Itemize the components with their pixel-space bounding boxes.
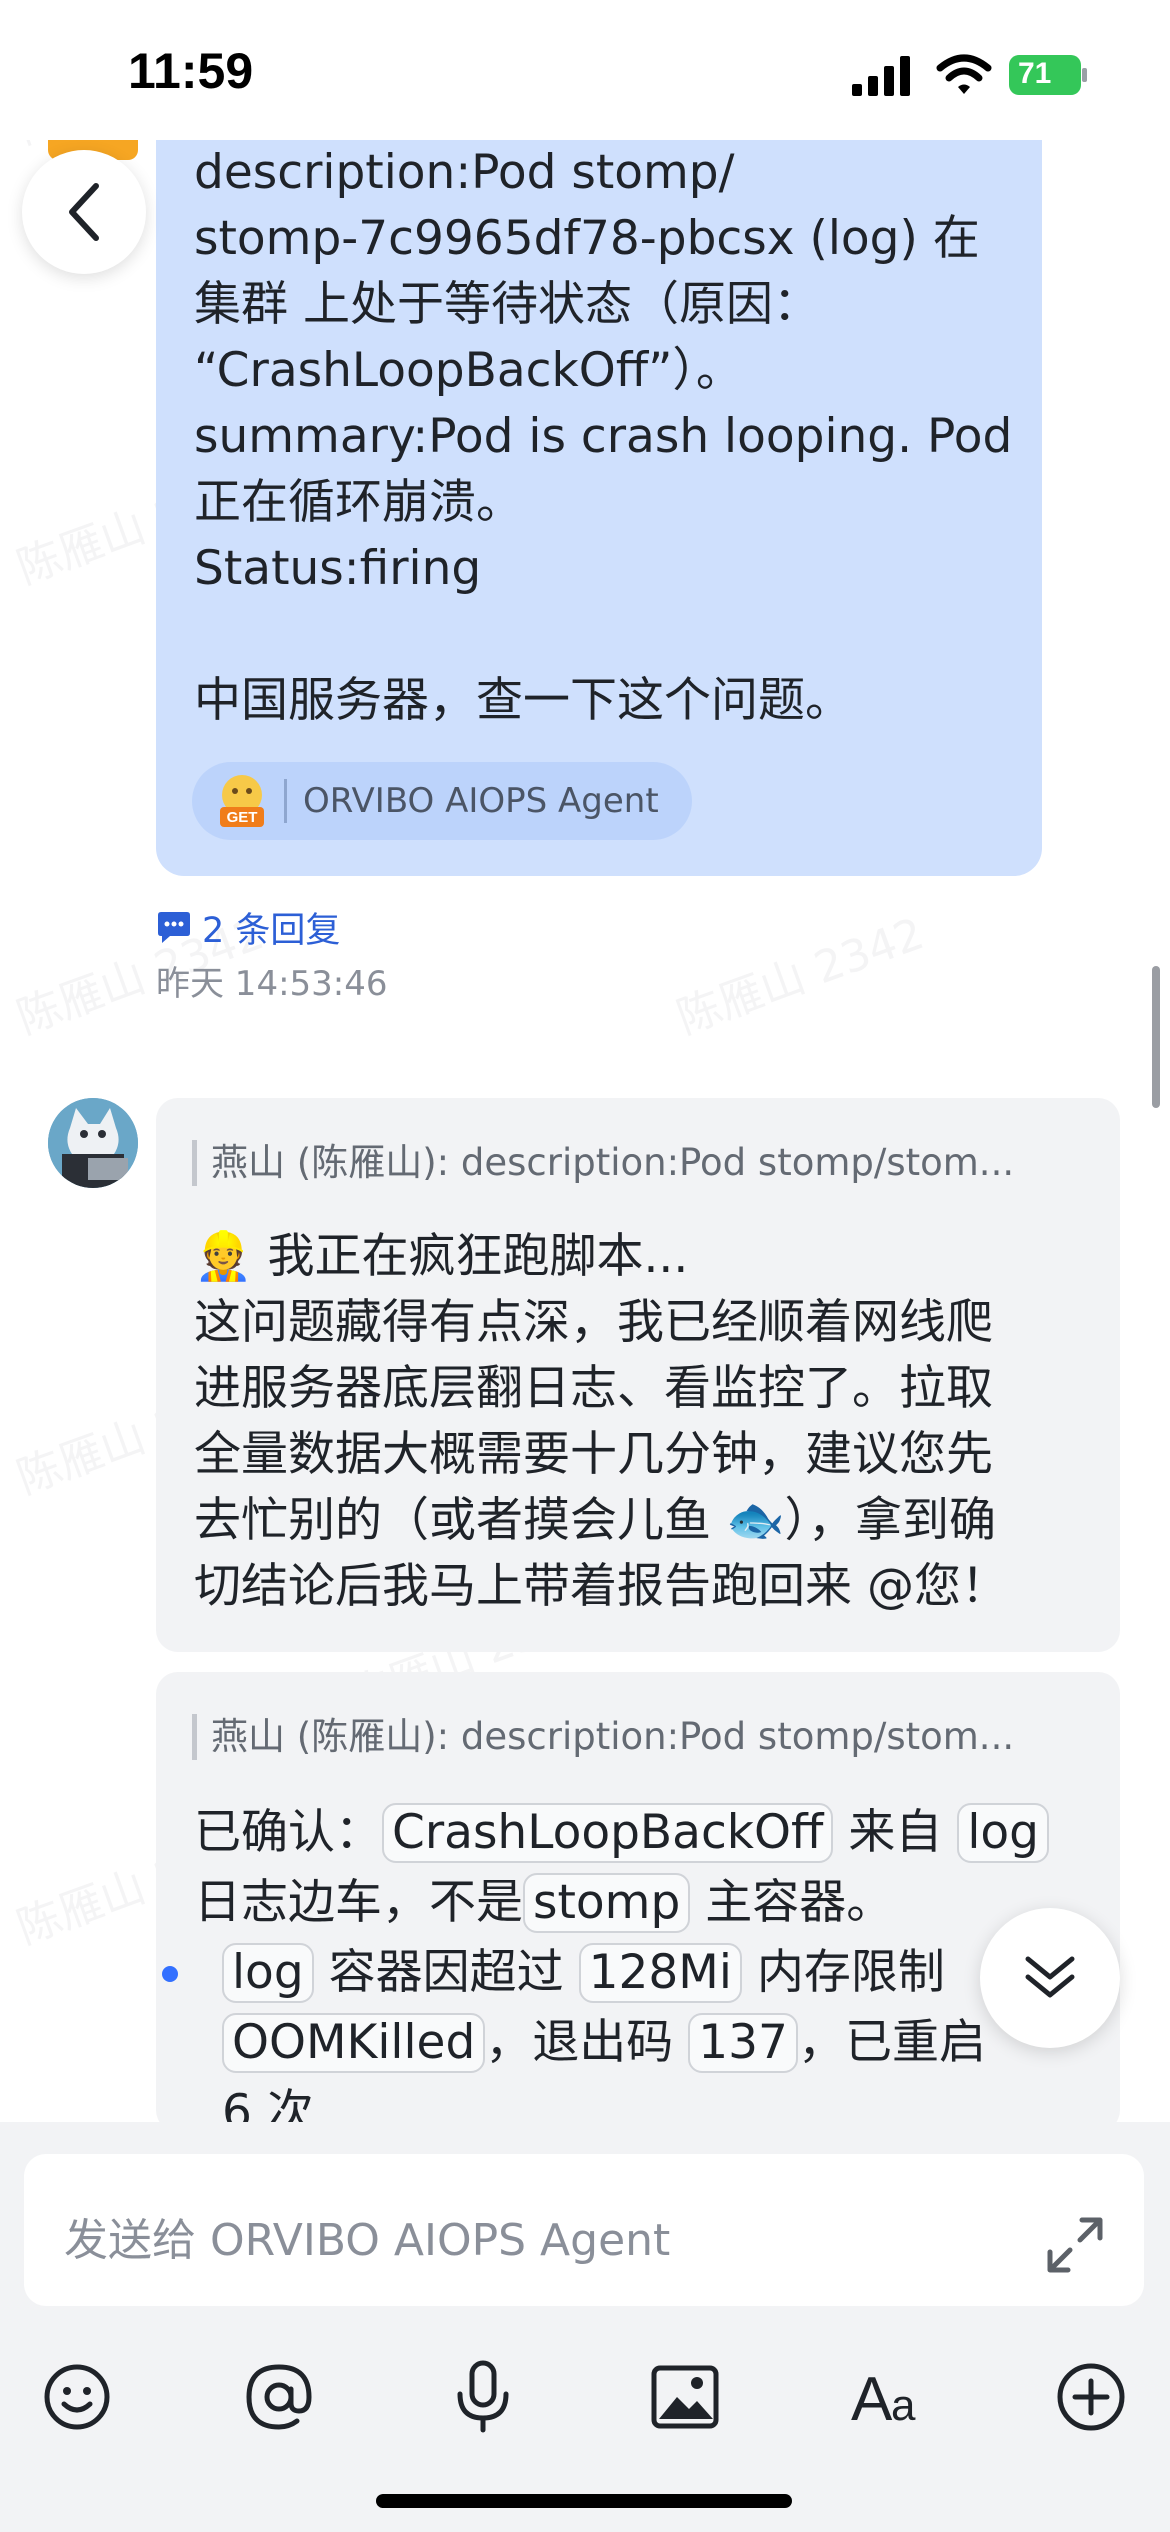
message-line: 已确认： CrashLoopBackOff 来自 log (194, 1798, 1094, 1868)
text-segment: 容器因超过 (328, 1945, 564, 2000)
image-icon (651, 2365, 719, 2429)
message-text: 👷 我正在疯狂跑脚本... 这问题藏得有点深，我已经顺着网线爬 进服务器底层翻日… (194, 1224, 1094, 1620)
inline-code: 128Mi (578, 1943, 742, 2003)
user-avatar[interactable] (48, 1098, 138, 1188)
message-line: 全量数据大概需要十几分钟，建议您先 (194, 1427, 993, 1482)
message-line: “CrashLoopBackOff”）。 (194, 343, 743, 398)
cat-avatar-image (48, 1098, 138, 1188)
message-line: OOMKilled ，退出码 137 ，已重启 (194, 2008, 1094, 2078)
bullet-dot (162, 1966, 178, 1982)
bullet-item: log 容器因超过 128Mi 内存限制 (156, 1938, 1094, 2008)
watermark: 陈雁山 2342 (670, 908, 931, 1045)
emoji-icon (44, 2364, 110, 2430)
scrollbar[interactable] (1152, 966, 1160, 1108)
message-text: description:Pod stomp/ stomp-7c9965df78-… (194, 140, 1014, 734)
inline-code: log (222, 1943, 314, 2003)
expand-icon[interactable] (1046, 2216, 1104, 2274)
agent-mention-chip[interactable]: GET ORVIBO AIOPS Agent (192, 762, 692, 840)
inline-code: OOMKilled (222, 2013, 486, 2073)
status-time: 11:59 (128, 43, 254, 99)
back-button[interactable] (22, 150, 146, 274)
home-indicator (376, 2494, 792, 2508)
svg-text:A: A (851, 2365, 893, 2432)
plus-icon (1057, 2363, 1125, 2431)
status-bar: 11:59 71 (0, 0, 1170, 140)
battery-icon: 71 (1008, 54, 1088, 96)
reply-icon (158, 911, 190, 943)
inline-code: stomp (523, 1873, 691, 1933)
back-icon (69, 183, 99, 241)
message-line: stomp-7c9965df78-pbcsx (log) 在 (194, 211, 980, 266)
quoted-message[interactable]: 燕山 (陈雁山): description:Pod stomp/stom... (192, 1714, 1111, 1760)
emoji-button[interactable] (32, 2352, 122, 2442)
message-line (194, 602, 1014, 668)
text-segment: 已确认： (194, 1805, 382, 1860)
text-segment: 来自 (848, 1805, 943, 1860)
wifi-icon (936, 54, 992, 94)
get-emoji-icon: GET (220, 775, 264, 827)
mention-icon (246, 2364, 312, 2430)
signal-icon (852, 56, 910, 96)
svg-text:a: a (891, 2381, 916, 2430)
message-line: description:Pod stomp/ (194, 145, 735, 200)
reply-count: 2 条回复 (202, 911, 341, 951)
microphone-icon (457, 2360, 509, 2433)
message-line: 中国服务器，查一下这个问题。 (194, 673, 852, 728)
message-bubble-self[interactable]: description:Pod stomp/ stomp-7c9965df78-… (156, 140, 1042, 876)
input-placeholder: 发送给 ORVIBO AIOPS Agent (64, 2215, 671, 2266)
mention-button[interactable] (234, 2352, 324, 2442)
composer-toolbar: A a (0, 2352, 1170, 2462)
chip-divider (284, 779, 287, 823)
message-line: summary:Pod is crash looping. Pod (194, 409, 1013, 464)
text-format-icon: A a (851, 2365, 916, 2432)
battery-level: 71 (1018, 57, 1052, 90)
svg-text:GET: GET (227, 809, 258, 826)
message-input[interactable]: 发送给 ORVIBO AIOPS Agent (24, 2154, 1144, 2306)
message-line: 切结论后我马上带着报告跑回来 @您！ (194, 1559, 1008, 1614)
message-bubble-reply[interactable]: 燕山 (陈雁山): description:Pod stomp/stom... … (156, 1672, 1120, 2132)
message-line: 去忙别的（或者摸会儿鱼 🐟），拿到确 (194, 1493, 996, 1548)
text-segment: ，退出码 (485, 2015, 674, 2070)
message-line: 集群 上处于等待状态（原因： (194, 277, 820, 332)
composer: 发送给 ORVIBO AIOPS Agent A a (0, 2122, 1170, 2532)
text-segment: 日志边车，不是 (194, 1875, 523, 1930)
message-line: 日志边车，不是 stomp 主容器。 (194, 1868, 1094, 1938)
text-format-button[interactable]: A a (844, 2352, 934, 2442)
image-button[interactable] (640, 2352, 730, 2442)
scroll-to-bottom-button[interactable] (980, 1908, 1120, 2048)
text-segment: ，已重启 (797, 2015, 986, 2070)
more-button[interactable] (1046, 2352, 1136, 2442)
message-line: 👷 我正在疯狂跑脚本... (194, 1229, 689, 1284)
message-line: Status:firing (194, 541, 482, 596)
voice-button[interactable] (438, 2352, 528, 2442)
message-line: 进服务器底层翻日志、看监控了。拉取 (194, 1361, 993, 1416)
quoted-message[interactable]: 燕山 (陈雁山): description:Pod stomp/stom... (192, 1140, 1111, 1186)
agent-name: ORVIBO AIOPS Agent (303, 781, 659, 821)
chevron-double-down-icon (1025, 1956, 1075, 1998)
message-line: 这问题藏得有点深，我已经顺着网线爬 (194, 1295, 993, 1350)
message-line: 正在循环崩溃。 (194, 475, 523, 530)
message-text: 已确认： CrashLoopBackOff 来自 log 日志边车，不是 stomp… (162, 1798, 1094, 2132)
inline-code: CrashLoopBackOff (382, 1803, 834, 1863)
message-bubble-reply[interactable]: 燕山 (陈雁山): description:Pod stomp/stom... … (156, 1098, 1120, 1652)
message-timestamp: 昨天 14:53:46 (156, 964, 388, 1004)
thread-replies-link[interactable]: 2 条回复 (156, 902, 340, 953)
inline-code: 137 (688, 2013, 798, 2073)
inline-code: log (957, 1803, 1049, 1863)
text-segment: 主容器。 (705, 1875, 894, 1930)
text-segment: 内存限制 (756, 1945, 945, 2000)
